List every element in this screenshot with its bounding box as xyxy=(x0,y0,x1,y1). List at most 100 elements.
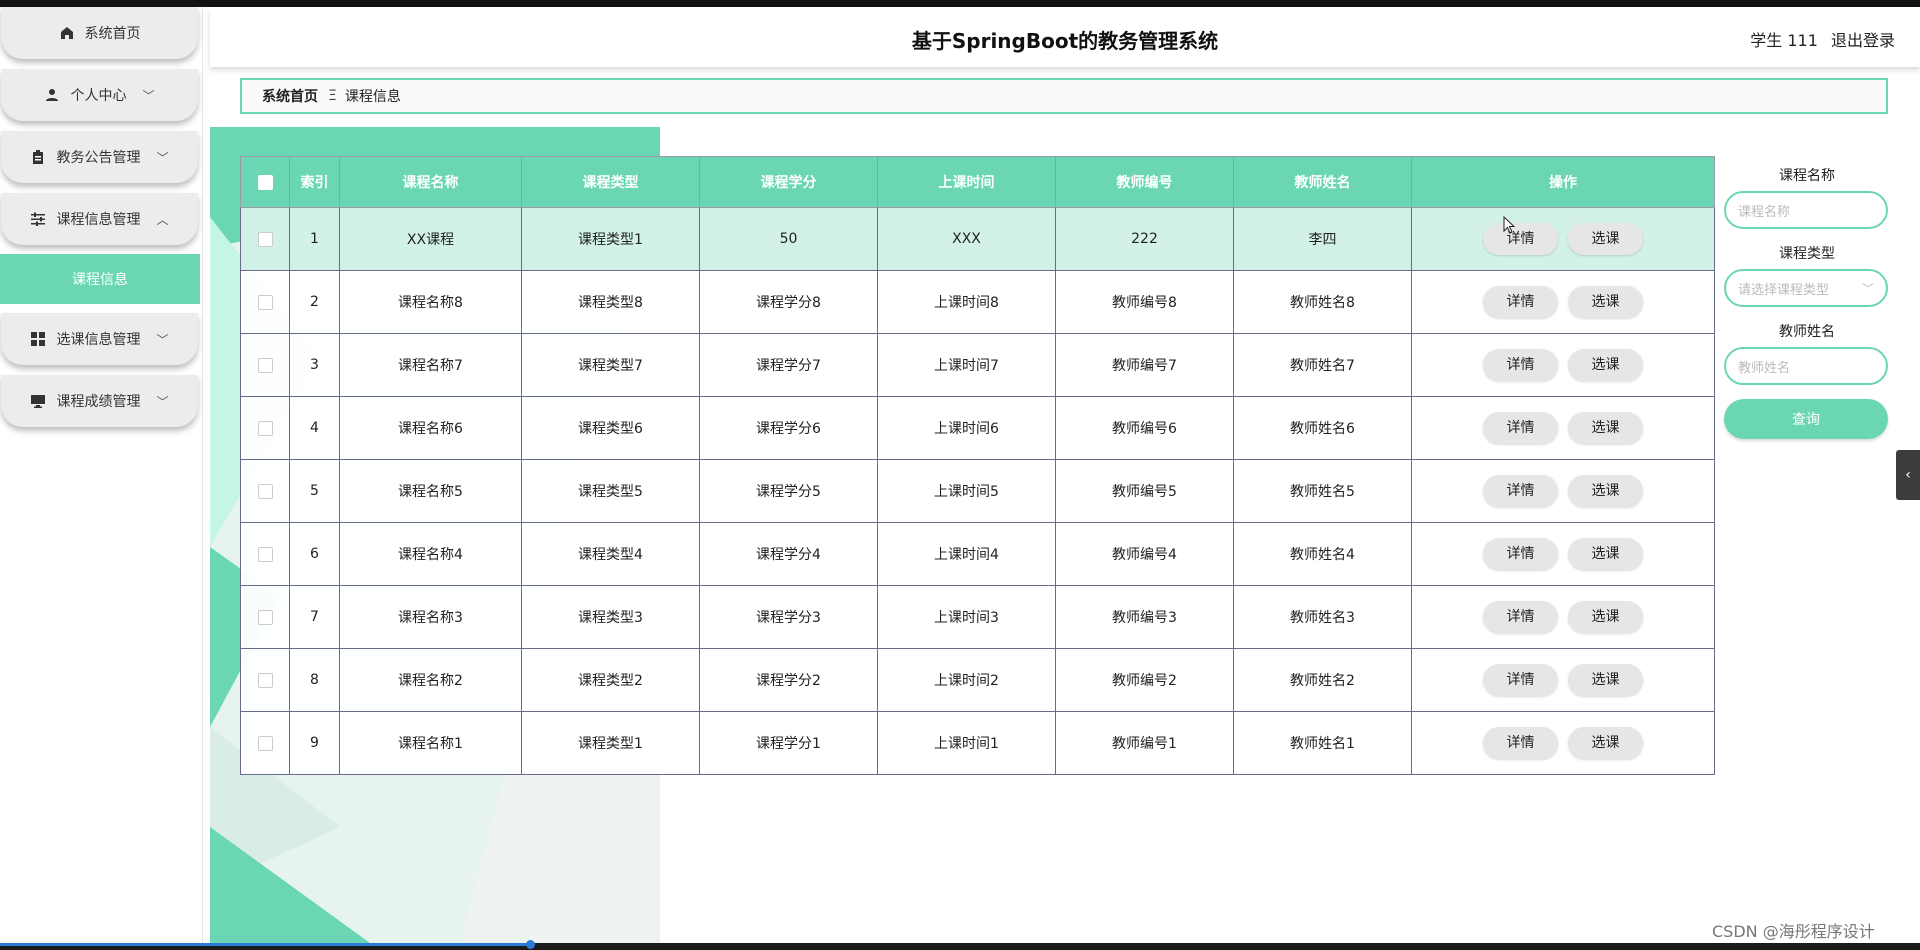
progress-handle[interactable] xyxy=(526,940,535,949)
sidebar-item-grade-management[interactable]: 课程成绩管理 ﹀ xyxy=(1,375,198,427)
row-select-cell[interactable] xyxy=(240,459,290,523)
table-cell-type: 课程类型1 xyxy=(521,711,700,775)
course-type-label: 课程类型 xyxy=(1779,246,1835,262)
detail-button[interactable]: 详情 xyxy=(1483,349,1558,381)
table-cell-credit: 课程学分5 xyxy=(699,459,878,523)
table-cell-actions: 详情 选课 xyxy=(1411,648,1715,712)
detail-button[interactable]: 详情 xyxy=(1483,475,1558,507)
table-cell-type: 课程类型6 xyxy=(521,396,700,460)
row-select-cell[interactable] xyxy=(240,333,290,397)
sidebar-item-personal-center[interactable]: 个人中心 ﹀ xyxy=(1,69,198,121)
chevron-down-icon: ﹀ xyxy=(1861,281,1874,296)
table-cell-index: 4 xyxy=(289,396,340,460)
select-course-button[interactable]: 选课 xyxy=(1568,475,1643,507)
table-cell-teacher-name: 教师姓名8 xyxy=(1233,270,1412,334)
table-cell-time: 上课时间8 xyxy=(877,270,1056,334)
select-course-button[interactable]: 选课 xyxy=(1568,223,1643,255)
select-all-checkbox[interactable] xyxy=(257,174,273,190)
column-header: 操作 xyxy=(1411,156,1715,208)
table-row: 3 课程名称7 课程类型7 课程学分7 上课时间7 教师编号7 教师姓名7 详情 选课 xyxy=(240,333,1715,397)
table-cell-name: 课程名称1 xyxy=(339,711,522,775)
breadcrumb-home[interactable]: 系统首页 xyxy=(262,86,318,106)
table-cell-index: 1 xyxy=(289,207,340,271)
detail-button[interactable]: 详情 xyxy=(1483,664,1558,696)
select-course-button[interactable]: 选课 xyxy=(1568,412,1643,444)
table-row: 4 课程名称6 课程类型6 课程学分6 上课时间6 教师编号6 教师姓名6 详情 选课 xyxy=(240,396,1715,460)
row-checkbox[interactable] xyxy=(257,672,273,688)
row-select-cell[interactable] xyxy=(240,585,290,649)
table-cell-index: 3 xyxy=(289,333,340,397)
table-cell-actions: 详情 选课 xyxy=(1411,585,1715,649)
row-select-cell[interactable] xyxy=(240,270,290,334)
breadcrumb: 系统首页 Ξ 课程信息 xyxy=(240,78,1888,114)
table-cell-teacher-name: 教师姓名4 xyxy=(1233,522,1412,586)
sidebar-subitem-course-info[interactable]: 课程信息 xyxy=(0,254,200,304)
select-course-button[interactable]: 选课 xyxy=(1568,727,1643,759)
teacher-name-input[interactable]: 教师姓名 xyxy=(1724,347,1888,385)
table-cell-credit: 课程学分3 xyxy=(699,585,878,649)
sidebar-item-notice-management[interactable]: 教务公告管理 ﹀ xyxy=(1,131,198,183)
monitor-icon xyxy=(30,393,46,409)
sidebar-item-course-management[interactable]: 课程信息管理 ︿ xyxy=(1,193,198,245)
table-row: 8 课程名称2 课程类型2 课程学分2 上课时间2 教师编号2 教师姓名2 详情 选课 xyxy=(240,648,1715,712)
select-course-button[interactable]: 选课 xyxy=(1568,538,1643,570)
collapse-panel-button[interactable]: ‹ xyxy=(1896,450,1920,500)
row-checkbox[interactable] xyxy=(257,735,273,751)
row-select-cell[interactable] xyxy=(240,522,290,586)
top-header: 基于SpringBoot的教务管理系统 学生 111 退出登录 xyxy=(210,7,1920,67)
detail-button[interactable]: 详情 xyxy=(1483,727,1558,759)
table-cell-type: 课程类型8 xyxy=(521,270,700,334)
table-cell-index: 2 xyxy=(289,270,340,334)
search-panel: 课程名称 课程名称 课程类型 请选择课程类型 ﹀ 教师姓名 教师姓名 查询 xyxy=(1724,165,1890,439)
select-course-button[interactable]: 选课 xyxy=(1568,601,1643,633)
table-cell-credit: 课程学分6 xyxy=(699,396,878,460)
sidebar-item-label: 个人中心 xyxy=(70,88,127,104)
table-cell-time: 上课时间7 xyxy=(877,333,1056,397)
column-header: 教师姓名 xyxy=(1233,156,1412,208)
detail-button[interactable]: 详情 xyxy=(1483,223,1558,255)
chevron-down-icon: ﹀ xyxy=(156,332,169,347)
column-header: 课程类型 xyxy=(521,156,700,208)
chevron-down-icon: ﹀ xyxy=(142,88,155,103)
table-cell-teacher-name: 教师姓名7 xyxy=(1233,333,1412,397)
row-checkbox[interactable] xyxy=(257,231,273,247)
select-course-button[interactable]: 选课 xyxy=(1568,349,1643,381)
table-cell-teacher-no: 教师编号3 xyxy=(1055,585,1234,649)
sidebar-item-selection-management[interactable]: 选课信息管理 ﹀ xyxy=(1,313,198,365)
logout-link[interactable]: 退出登录 xyxy=(1831,31,1895,50)
detail-button[interactable]: 详情 xyxy=(1483,412,1558,444)
row-checkbox[interactable] xyxy=(257,294,273,310)
table-cell-name: 课程名称7 xyxy=(339,333,522,397)
detail-button[interactable]: 详情 xyxy=(1483,538,1558,570)
breadcrumb-separator: Ξ xyxy=(328,88,337,104)
row-checkbox[interactable] xyxy=(257,483,273,499)
row-select-cell[interactable] xyxy=(240,711,290,775)
select-course-button[interactable]: 选课 xyxy=(1568,286,1643,318)
row-select-cell[interactable] xyxy=(240,396,290,460)
row-checkbox[interactable] xyxy=(257,357,273,373)
row-checkbox[interactable] xyxy=(257,546,273,562)
sidebar-item-label: 系统首页 xyxy=(84,26,141,42)
row-select-cell[interactable] xyxy=(240,648,290,712)
row-select-cell[interactable] xyxy=(240,207,290,271)
table-row: 5 课程名称5 课程类型5 课程学分5 上课时间5 教师编号5 教师姓名5 详情 选课 xyxy=(240,459,1715,523)
sidebar-item-home[interactable]: 系统首页 xyxy=(1,7,198,59)
table-cell-teacher-no: 222 xyxy=(1055,207,1234,271)
course-name-input[interactable]: 课程名称 xyxy=(1724,191,1888,229)
table-cell-index: 8 xyxy=(289,648,340,712)
table-cell-teacher-name: 教师姓名3 xyxy=(1233,585,1412,649)
table-cell-time: 上课时间3 xyxy=(877,585,1056,649)
detail-button[interactable]: 详情 xyxy=(1483,286,1558,318)
table-row: 9 课程名称1 课程类型1 课程学分1 上课时间1 教师编号1 教师姓名1 详情 选课 xyxy=(240,711,1715,775)
row-checkbox[interactable] xyxy=(257,609,273,625)
select-all-cell[interactable] xyxy=(240,156,290,208)
select-course-button[interactable]: 选课 xyxy=(1568,664,1643,696)
query-button[interactable]: 查询 xyxy=(1724,399,1888,439)
course-type-select[interactable]: 请选择课程类型 ﹀ xyxy=(1724,269,1888,307)
row-checkbox[interactable] xyxy=(257,420,273,436)
detail-button[interactable]: 详情 xyxy=(1483,601,1558,633)
table-cell-name: 课程名称4 xyxy=(339,522,522,586)
table-cell-type: 课程类型1 xyxy=(521,207,700,271)
table-cell-index: 9 xyxy=(289,711,340,775)
table-cell-teacher-name: 教师姓名5 xyxy=(1233,459,1412,523)
